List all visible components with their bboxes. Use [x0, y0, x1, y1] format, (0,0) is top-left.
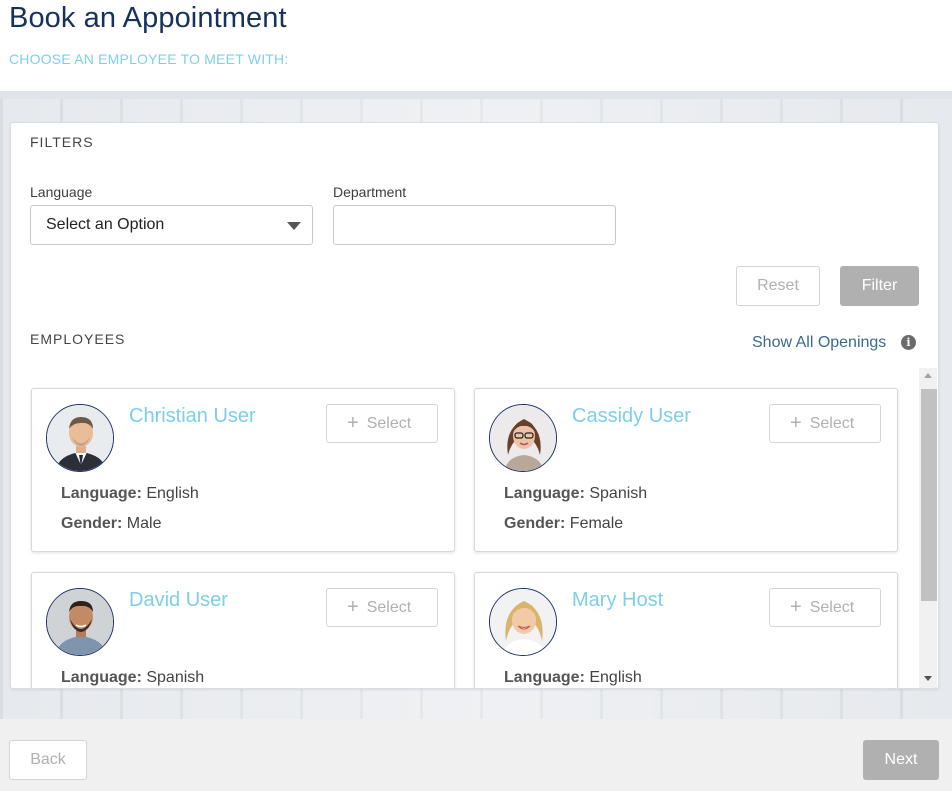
department-input[interactable] [333, 205, 616, 245]
scrollbar-thumb[interactable] [921, 389, 937, 601]
plus-icon: + [347, 412, 359, 434]
footer: Back Next [0, 719, 952, 791]
language-select[interactable]: Select an Option [30, 205, 313, 245]
employee-card-david-user: David User + Select Language: Spanish [31, 572, 455, 688]
employee-gender: Gender: Female [504, 515, 624, 532]
scroll-down-icon[interactable] [924, 676, 932, 681]
select-employee-button[interactable]: + Select [326, 588, 438, 627]
filters-section-title: FILTERS [30, 134, 94, 150]
page-subtitle: CHOOSE AN EMPLOYEE TO MEET WITH: [9, 51, 289, 67]
plus-icon: + [347, 596, 359, 618]
employee-language: Language: English [61, 485, 199, 502]
avatar [489, 588, 557, 656]
select-employee-button[interactable]: + Select [769, 588, 881, 627]
employee-card-christian-user: Christian User + Select Language: English… [31, 388, 455, 552]
page-title: Book an Appointment [9, 2, 287, 34]
caret-down-icon [287, 222, 301, 230]
employee-name[interactable]: David User [129, 589, 228, 612]
employee-card-cassidy-user: Cassidy User + Select Language: Spanish G… [474, 388, 898, 552]
employee-list: Christian User + Select Language: English… [11, 368, 938, 688]
avatar [489, 404, 557, 472]
employee-card-mary-host: Mary Host + Select Language: English [474, 572, 898, 688]
show-all-openings-link[interactable]: Show All Openings [752, 334, 886, 352]
employees-section-title: EMPLOYEES [30, 331, 126, 347]
avatar [46, 404, 114, 472]
select-button-label: Select [366, 599, 412, 616]
language-select-value: Select an Option [46, 216, 165, 233]
employee-gender: Gender: Male [61, 515, 162, 532]
employee-language: Language: Spanish [504, 485, 648, 502]
scroll-up-icon[interactable] [924, 373, 932, 378]
employee-language: Language: English [504, 669, 642, 686]
select-employee-button[interactable]: + Select [326, 404, 438, 443]
employee-list-scrollbar[interactable] [919, 368, 937, 688]
next-button[interactable]: Next [863, 740, 939, 780]
select-button-label: Select [366, 415, 412, 432]
reset-button[interactable]: Reset [736, 266, 820, 306]
avatar [46, 588, 114, 656]
select-employee-button[interactable]: + Select [769, 404, 881, 443]
select-button-label: Select [809, 599, 855, 616]
back-button[interactable]: Back [9, 740, 87, 780]
employee-name[interactable]: Christian User [129, 405, 256, 428]
employee-name[interactable]: Cassidy User [572, 405, 691, 428]
booking-panel: FILTERS Language Select an Option Depart… [10, 122, 939, 689]
department-label: Department [333, 184, 407, 200]
filter-button[interactable]: Filter [840, 266, 919, 306]
info-icon[interactable]: i [901, 335, 916, 350]
language-label: Language [30, 184, 93, 200]
page-header: Book an Appointment CHOOSE AN EMPLOYEE T… [0, 0, 952, 91]
employee-name[interactable]: Mary Host [572, 589, 663, 612]
employee-language: Language: Spanish [61, 669, 205, 686]
select-button-label: Select [809, 415, 855, 432]
plus-icon: + [790, 596, 802, 618]
plus-icon: + [790, 412, 802, 434]
